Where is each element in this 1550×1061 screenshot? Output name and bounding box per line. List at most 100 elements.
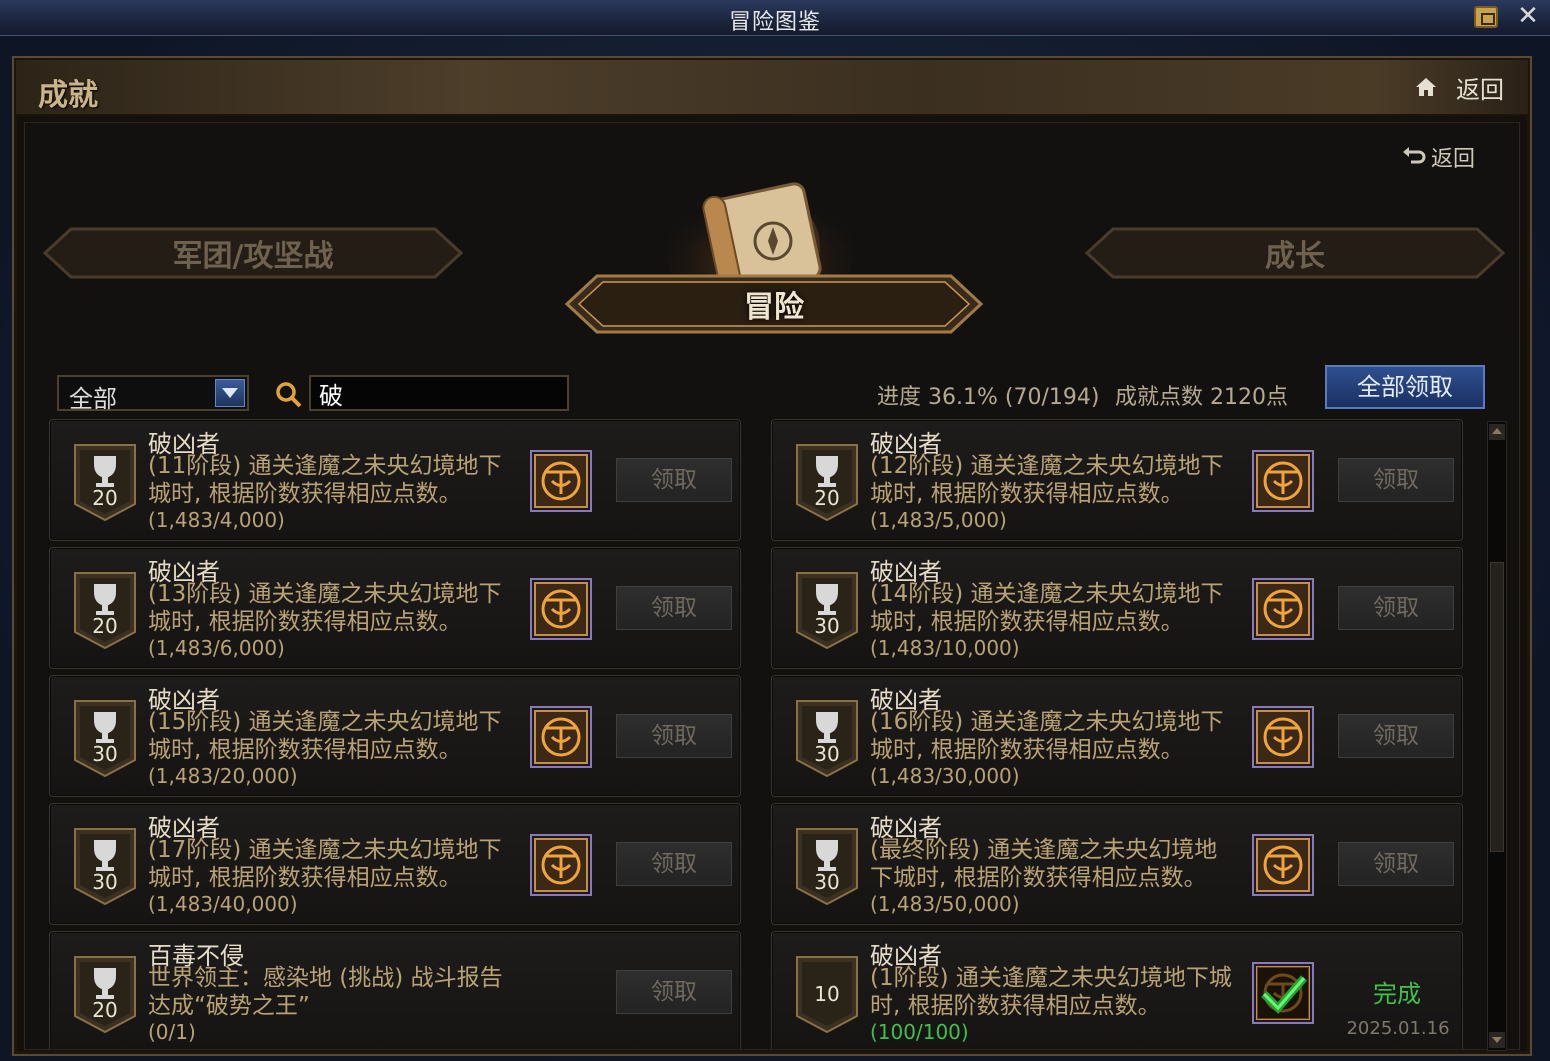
search-input[interactable]: [309, 375, 569, 411]
sub-back-button[interactable]: 返回: [1401, 141, 1475, 173]
achievement-desc: (13阶段) 通关逢魔之未央幻境地下城时, 根据阶数获得相应点数。: [148, 581, 502, 635]
scroll-thumb[interactable]: [1490, 562, 1504, 852]
achievement-desc: (12阶段) 通关逢魔之未央幻境地下城时, 根据阶数获得相应点数。: [870, 453, 1224, 507]
points-value: 20: [92, 614, 118, 638]
achievement-list: 20 破凶者 (11阶段) 通关逢魔之未央幻境地下城时, 根据阶数获得相应点数。 (1…: [45, 419, 1475, 1049]
claim-button[interactable]: 领取: [616, 714, 732, 758]
reward-emblem-icon: [1252, 578, 1314, 640]
achievement-progress: (0/1): [148, 1020, 196, 1044]
trophy-icon: [796, 700, 858, 778]
achievement-card: 20 破凶者 (11阶段) 通关逢魔之未央幻境地下城时, 根据阶数获得相应点数。 (1…: [49, 419, 741, 541]
scroll-up-button[interactable]: [1489, 424, 1505, 440]
claim-button[interactable]: 领取: [1338, 714, 1454, 758]
achievement-card: 30 破凶者 (15阶段) 通关逢魔之未央幻境地下城时, 根据阶数获得相应点数。 (1…: [49, 675, 741, 797]
reward-emblem-icon: [1252, 706, 1314, 768]
points-shield: 20: [72, 442, 138, 522]
claim-button[interactable]: 领取: [1338, 842, 1454, 886]
completed-date: 2025.01.16: [1346, 1018, 1450, 1039]
points-value: 30: [814, 870, 840, 894]
reward-emblem-icon: [1252, 450, 1314, 512]
tab-growth[interactable]: 成长: [1085, 227, 1505, 279]
tab-legion-siege[interactable]: 军团/攻坚战: [43, 227, 463, 279]
lock-icon[interactable]: [1474, 6, 1498, 28]
points-shield: 30: [794, 570, 860, 650]
sub-back-label: 返回: [1431, 147, 1476, 172]
filter-value: 全部: [69, 385, 117, 413]
points-value: 20: [814, 486, 840, 510]
claim-button[interactable]: 领取: [1338, 458, 1454, 502]
achievement-progress: (1,483/30,000): [870, 764, 1020, 788]
trophy-icon: [74, 700, 136, 778]
achievement-points: 成就点数 2120点: [1115, 385, 1288, 410]
achievement-progress: (1,483/4,000): [148, 508, 285, 532]
content-area: 返回 军团/攻坚战 冒险 成长 全部 破 进度 36.1% (70/194) 成…: [24, 122, 1520, 1051]
achievement-desc: (1阶段) 通关逢魔之未央幻境地下城时, 根据阶数获得相应点数。: [870, 965, 1232, 1019]
claim-all-button[interactable]: 全部领取: [1325, 365, 1485, 409]
claim-button[interactable]: 领取: [616, 970, 732, 1014]
checkmark-icon: [1252, 962, 1314, 1024]
points-shield: 20: [72, 570, 138, 650]
tab-adventure[interactable]: 冒险: [563, 273, 985, 335]
achievement-desc: 世界领主：感染地 (挑战) 战斗报告达成“破势之王”: [148, 965, 503, 1019]
points-value: 30: [92, 870, 118, 894]
panel-header: 成就 返回: [16, 60, 1528, 116]
achievement-card: 20 百毒不侵 世界领主：感染地 (挑战) 战斗报告达成“破势之王” (0/1) 领取: [49, 931, 741, 1049]
claim-button[interactable]: 领取: [616, 842, 732, 886]
achievement-desc: (17阶段) 通关逢魔之未央幻境地下城时, 根据阶数获得相应点数。: [148, 837, 502, 891]
reward-emblem-icon: [530, 578, 592, 640]
achievement-desc: (11阶段) 通关逢魔之未央幻境地下城时, 根据阶数获得相应点数。: [148, 453, 502, 507]
trophy-icon: [796, 444, 858, 522]
achievement-card: 30 破凶者 (14阶段) 通关逢魔之未央幻境地下城时, 根据阶数获得相应点数。 (1…: [771, 547, 1463, 669]
achievement-card: 30 破凶者 (最终阶段) 通关逢魔之未央幻境地下城时, 根据阶数获得相应点数。 (1…: [771, 803, 1463, 925]
reward-emblem-icon: [530, 450, 592, 512]
claim-button[interactable]: 领取: [1338, 586, 1454, 630]
trophy-icon: [796, 572, 858, 650]
back-button[interactable]: 返回: [1456, 70, 1504, 105]
achievement-progress: (1,483/50,000): [870, 892, 1020, 916]
achievement-desc: (最终阶段) 通关逢魔之未央幻境地下城时, 根据阶数获得相应点数。: [870, 837, 1218, 891]
points-value: 10: [814, 982, 840, 1006]
achievement-card: 20 破凶者 (12阶段) 通关逢魔之未央幻境地下城时, 根据阶数获得相应点数。 (1…: [771, 419, 1463, 541]
trophy-icon: [74, 572, 136, 650]
achievement-card: 30 破凶者 (17阶段) 通关逢魔之未央幻境地下城时, 根据阶数获得相应点数。 (1…: [49, 803, 741, 925]
achievement-card: 10 破凶者 (1阶段) 通关逢魔之未央幻境地下城时, 根据阶数获得相应点数。 (10…: [771, 931, 1463, 1049]
trophy-icon: [74, 828, 136, 906]
window-title: 冒险图鉴: [728, 10, 821, 35]
scroll-down-button[interactable]: [1489, 1032, 1505, 1048]
points-shield: 30: [794, 698, 860, 778]
points-shield: 30: [794, 826, 860, 906]
achievement-card: 30 破凶者 (16阶段) 通关逢魔之未央幻境地下城时, 根据阶数获得相应点数。 (1…: [771, 675, 1463, 797]
tab-growth-label: 成长: [1265, 239, 1325, 274]
points-value: 30: [92, 742, 118, 766]
search-icon: [276, 382, 302, 408]
window-titlebar: 冒险图鉴 ✕: [0, 0, 1550, 36]
achievement-desc: (15阶段) 通关逢魔之未央幻境地下城时, 根据阶数获得相应点数。: [148, 709, 502, 763]
claim-button[interactable]: 领取: [616, 586, 732, 630]
achievement-progress: (1,483/10,000): [870, 636, 1020, 660]
claim-button[interactable]: 领取: [616, 458, 732, 502]
reward-emblem-icon: [530, 706, 592, 768]
achievement-desc: (16阶段) 通关逢魔之未央幻境地下城时, 根据阶数获得相应点数。: [870, 709, 1224, 763]
achievement-panel: 成就 返回 返回 军团/攻坚战 冒险 成长 全部 破 进度 36.1% (70/…: [12, 56, 1532, 1056]
reward-emblem-icon: [530, 834, 592, 896]
trophy-icon: [796, 828, 858, 906]
achievement-card: 20 破凶者 (13阶段) 通关逢魔之未央幻境地下城时, 根据阶数获得相应点数。 (1…: [49, 547, 741, 669]
progress-text: 进度 36.1% (70/194): [877, 385, 1100, 410]
trophy-icon: [74, 956, 136, 1034]
trophy-icon: [74, 444, 136, 522]
achievement-progress: (1,483/6,000): [148, 636, 285, 660]
tab-adventure-label: 冒险: [744, 290, 804, 325]
points-value: 30: [814, 614, 840, 638]
close-icon[interactable]: ✕: [1514, 1, 1542, 31]
page-title: 成就: [38, 78, 98, 113]
points-shield: 20: [72, 954, 138, 1034]
points-value: 20: [92, 486, 118, 510]
achievement-progress: (1,483/20,000): [148, 764, 298, 788]
filter-dropdown[interactable]: 全部: [57, 375, 249, 413]
chevron-down-icon[interactable]: [215, 379, 245, 407]
list-scrollbar[interactable]: [1487, 421, 1507, 1051]
window-frame: 成就 返回 返回 军团/攻坚战 冒险 成长 全部 破 进度 36.1% (70/…: [0, 36, 1550, 1061]
achievement-progress: (1,483/40,000): [148, 892, 298, 916]
points-shield: 30: [72, 826, 138, 906]
home-icon[interactable]: [1414, 76, 1438, 98]
